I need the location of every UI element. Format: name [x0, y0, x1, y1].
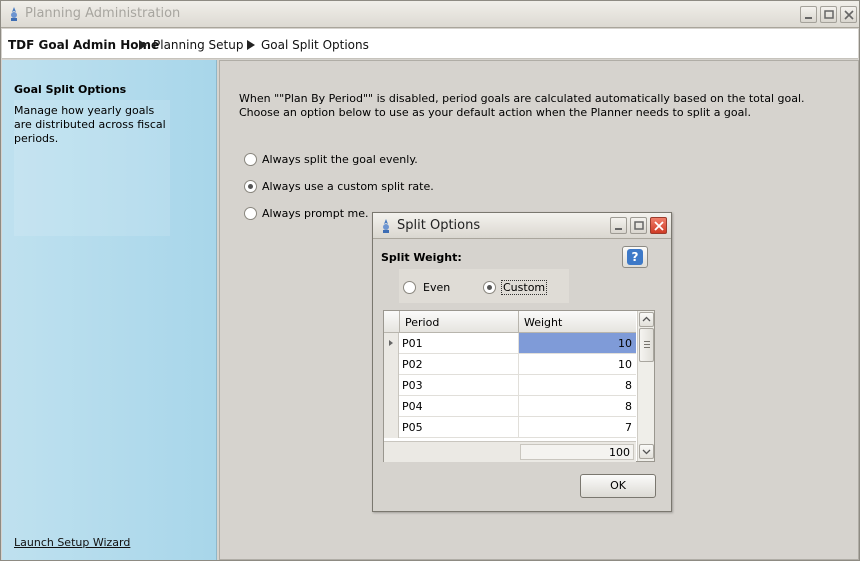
table-row[interactable]: P02 10 — [384, 354, 636, 375]
weight-cell[interactable]: 10 — [518, 333, 636, 353]
grip-line — [644, 347, 650, 348]
period-cell: P02 — [402, 358, 423, 371]
split-description: When ""Plan By Period"" is disabled, per… — [239, 92, 805, 119]
dialog-close-button[interactable] — [650, 217, 667, 234]
period-cell: P04 — [402, 400, 423, 413]
split-options-dialog: Split Options Split Weight: ? Even Custo… — [372, 212, 672, 512]
row-indicator — [384, 375, 399, 396]
breadcrumb-arrow-icon — [247, 40, 255, 50]
table-row[interactable]: P03 8 — [384, 375, 636, 396]
scroll-up-button[interactable] — [639, 312, 654, 327]
dialog-title: Split Options — [397, 218, 481, 233]
breadcrumb-home[interactable]: TDF Goal Admin Home — [8, 38, 159, 52]
weight-cell[interactable]: 8 — [518, 396, 636, 416]
minimize-icon — [615, 228, 622, 230]
column-header-weight[interactable]: Weight — [524, 316, 562, 329]
weight-option-custom[interactable]: Custom — [483, 280, 548, 295]
row-indicator — [384, 333, 399, 354]
chevron-down-icon — [642, 449, 651, 455]
option-label: Always use a custom split rate. — [262, 180, 434, 193]
maximize-icon — [824, 10, 834, 19]
option-label: Always split the goal evenly. — [262, 153, 418, 166]
minimize-icon — [805, 17, 812, 19]
sidebar-description: Manage how yearly goals are distributed … — [14, 104, 166, 145]
option-custom-split[interactable]: Always use a custom split rate. — [244, 180, 434, 193]
sidebar: Goal Split Options Manage how yearly goa… — [2, 60, 217, 560]
period-cell: P03 — [402, 379, 423, 392]
weight-cell[interactable]: 8 — [518, 375, 636, 395]
scroll-thumb[interactable] — [639, 328, 654, 362]
minimize-button[interactable] — [800, 6, 817, 23]
grid-scrollbar[interactable] — [637, 311, 654, 461]
launch-setup-wizard-link[interactable]: Launch Setup Wizard — [14, 536, 130, 549]
radio-button[interactable] — [403, 281, 416, 294]
option-label: Always prompt me. — [262, 207, 369, 220]
radio-button[interactable] — [244, 180, 257, 193]
period-cell: P05 — [402, 421, 423, 434]
app-icon — [11, 7, 17, 21]
breadcrumb-arrow-icon — [139, 40, 147, 50]
row-indicator — [384, 396, 399, 417]
option-split-evenly[interactable]: Always split the goal evenly. — [244, 153, 418, 166]
breadcrumb: TDF Goal Admin Home Planning Setup Goal … — [2, 29, 858, 59]
dialog-maximize-button[interactable] — [630, 217, 647, 234]
close-icon — [844, 10, 854, 20]
maximize-button[interactable] — [820, 6, 837, 23]
dialog-title-bar[interactable]: Split Options — [373, 213, 671, 239]
period-weight-grid: Period Weight P01 10 P02 10 P03 8 P04 8 … — [383, 310, 655, 462]
weight-option-even[interactable]: Even — [403, 280, 452, 295]
scroll-down-button[interactable] — [639, 444, 654, 459]
column-separator — [518, 311, 519, 333]
breadcrumb-goal-split-options: Goal Split Options — [261, 38, 369, 52]
app-icon — [383, 219, 389, 233]
weight-total: 100 — [520, 444, 634, 460]
window-title: Planning Administration — [25, 6, 181, 21]
dialog-minimize-button[interactable] — [610, 217, 627, 234]
grip-line — [644, 344, 650, 345]
row-indicator — [384, 354, 399, 375]
grid-header: Period Weight — [384, 311, 636, 333]
column-separator — [399, 311, 400, 333]
chevron-up-icon — [642, 316, 651, 322]
split-weight-label: Split Weight: — [381, 251, 462, 264]
weight-cell[interactable]: 7 — [518, 417, 636, 437]
table-row[interactable]: P01 10 — [384, 333, 636, 354]
title-bar[interactable]: Planning Administration — [1, 1, 859, 28]
ok-button[interactable]: OK — [580, 474, 656, 498]
radio-button[interactable] — [244, 207, 257, 220]
table-row[interactable]: P04 8 — [384, 396, 636, 417]
radio-button[interactable] — [483, 281, 496, 294]
close-icon — [654, 221, 664, 231]
weight-cell[interactable]: 10 — [518, 354, 636, 374]
split-weight-options: Even Custom — [399, 269, 569, 303]
option-prompt[interactable]: Always prompt me. — [244, 207, 369, 220]
sidebar-title: Goal Split Options — [14, 83, 127, 96]
help-button[interactable]: ? — [622, 246, 648, 268]
grid-footer: 100 — [384, 441, 636, 462]
row-indicator — [384, 417, 399, 438]
close-button[interactable] — [840, 6, 857, 23]
radio-button[interactable] — [244, 153, 257, 166]
column-header-period[interactable]: Period — [405, 316, 439, 329]
option-label: Custom — [501, 280, 548, 295]
help-icon: ? — [627, 249, 643, 265]
maximize-icon — [634, 221, 644, 230]
grip-line — [644, 341, 650, 342]
table-row[interactable]: P05 7 — [384, 417, 636, 438]
breadcrumb-planning-setup[interactable]: Planning Setup — [153, 38, 243, 52]
option-label: Even — [423, 281, 451, 294]
period-cell: P01 — [402, 337, 423, 350]
